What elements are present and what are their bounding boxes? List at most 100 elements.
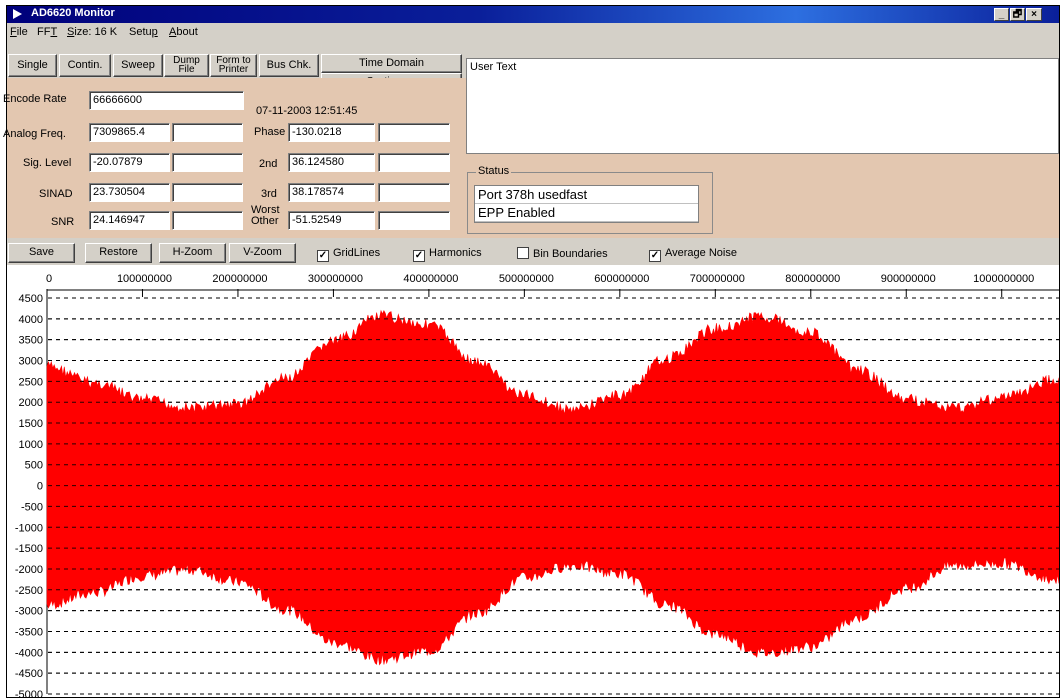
status-line-epp: EPP Enabled xyxy=(475,204,698,222)
phase-label: Phase xyxy=(254,126,286,138)
third-harmonic-label: 3rd xyxy=(261,188,277,200)
menu-size[interactable]: Size: 16 K xyxy=(67,26,117,38)
y-tick-label: -4500 xyxy=(15,668,43,680)
minimize-button[interactable]: _ xyxy=(994,8,1009,21)
save-button[interactable]: Save xyxy=(8,243,75,263)
title-bar[interactable]: AD6620 Monitor _ 🗗 × xyxy=(7,6,1059,23)
analog-freq-field[interactable]: 7309865.4 xyxy=(89,123,170,142)
worst-other-label: Worst Other xyxy=(251,205,280,227)
second-harmonic-field-2[interactable] xyxy=(378,153,450,172)
time-domain-plot[interactable]: 0 100000000 200000000 300000000 400000000 500… xyxy=(7,265,1059,697)
timestamp: 07-11-2003 12:51:45 xyxy=(256,105,358,117)
dump-label-line2: File xyxy=(178,64,195,75)
x-tick-label: 900000000 xyxy=(881,273,936,285)
phase-field[interactable]: -130.0218 xyxy=(288,123,375,142)
close-button[interactable]: × xyxy=(1026,8,1042,21)
third-harmonic-field-2[interactable] xyxy=(378,183,450,202)
x-tick-label: 300000000 xyxy=(308,273,363,285)
bin-boundaries-checkbox[interactable]: Bin Boundaries xyxy=(517,247,608,260)
bin-boundaries-box-icon xyxy=(517,247,529,259)
window-title: AD6620 Monitor xyxy=(31,7,115,19)
x-tick-label: 500000000 xyxy=(499,273,554,285)
gridlines-label: GridLines xyxy=(333,247,381,259)
snr-field-2[interactable] xyxy=(172,211,243,230)
y-tick-label: -5000 xyxy=(15,689,43,697)
sweep-button[interactable]: Sweep xyxy=(113,54,163,77)
y-tick-label: -2000 xyxy=(15,564,43,576)
worst-other-field[interactable]: -51.52549 xyxy=(288,211,375,230)
sig-level-label: Sig. Level xyxy=(23,157,72,169)
gridlines-checkmark-icon: ✓ xyxy=(317,250,329,262)
snr-field[interactable]: 24.146947 xyxy=(89,211,170,230)
contin-button[interactable]: Contin. xyxy=(59,54,111,77)
sinad-field-2[interactable] xyxy=(172,183,243,202)
sig-level-field[interactable]: -20.07879 xyxy=(89,153,170,172)
gridlines-checkbox[interactable]: ✓ GridLines xyxy=(317,247,380,262)
form-to-printer-button[interactable]: Form to Printer xyxy=(210,54,257,77)
y-tick-label: 2000 xyxy=(19,397,43,409)
y-tick-label: -3000 xyxy=(15,606,43,618)
v-zoom-button[interactable]: V-Zoom xyxy=(229,243,296,263)
third-harmonic-field[interactable]: 38.178574 xyxy=(288,183,375,202)
x-tick-label: 1000000000 xyxy=(973,273,1034,285)
average-noise-label: Average Noise xyxy=(665,247,737,259)
x-tick-label: 200000000 xyxy=(212,273,267,285)
y-tick-label: 2500 xyxy=(19,376,43,388)
phase-field-2[interactable] xyxy=(378,123,450,142)
bus-check-button[interactable]: Bus Chk. xyxy=(259,54,319,77)
analog-freq-field-2[interactable] xyxy=(172,123,243,142)
signal-area xyxy=(46,309,1059,666)
user-text-area[interactable]: User Text xyxy=(466,58,1059,154)
y-tick-label: 3500 xyxy=(19,335,43,347)
menu-fft[interactable]: FFT xyxy=(37,26,57,38)
harmonics-checkmark-icon: ✓ xyxy=(413,250,425,262)
y-tick-label: -1500 xyxy=(15,543,43,555)
y-tick-label: -4000 xyxy=(15,647,43,659)
app-window: AD6620 Monitor _ 🗗 × File FFT Size: 16 K… xyxy=(3,5,1060,698)
restore-button[interactable]: Restore xyxy=(85,243,152,263)
sig-level-field-2[interactable] xyxy=(172,153,243,172)
second-harmonic-label: 2nd xyxy=(259,158,278,170)
sinad-label: SINAD xyxy=(39,188,73,200)
analog-freq-label: Analog Freq. xyxy=(3,128,66,140)
y-tick-label: -2500 xyxy=(15,585,43,597)
menu-file[interactable]: File xyxy=(10,26,28,38)
status-group: Status Port 378h usedfast EPP Enabled xyxy=(467,165,713,234)
harmonics-checkbox[interactable]: ✓ Harmonics xyxy=(413,247,482,262)
y-tick-label: 500 xyxy=(25,460,43,472)
x-tick-label: 800000000 xyxy=(785,273,840,285)
y-tick-label: 4000 xyxy=(19,314,43,326)
x-tick-label: 400000000 xyxy=(403,273,458,285)
x-tick-label: 0 xyxy=(46,273,52,285)
y-tick-label: 1500 xyxy=(19,418,43,430)
encode-rate-field[interactable]: 66666600 xyxy=(89,91,244,110)
sinad-field[interactable]: 23.730504 xyxy=(89,183,170,202)
dump-file-button[interactable]: Dump File xyxy=(164,54,209,77)
y-tick-label: 3000 xyxy=(19,356,43,368)
status-box: Port 378h usedfast EPP Enabled xyxy=(474,185,699,223)
average-noise-checkbox[interactable]: ✓ Average Noise xyxy=(649,247,737,262)
form-label-line2: Printer xyxy=(218,64,249,75)
worst-other-field-2[interactable] xyxy=(378,211,450,230)
app-arrow-icon xyxy=(13,9,22,19)
menu-setup[interactable]: Setup xyxy=(129,26,158,38)
second-harmonic-field[interactable]: 36.124580 xyxy=(288,153,375,172)
single-button[interactable]: Single xyxy=(8,54,57,77)
harmonics-label: Harmonics xyxy=(429,247,482,259)
y-tick-label: -3500 xyxy=(15,626,43,638)
worst-label-line2: Other xyxy=(251,215,279,227)
encode-rate-label: Encode Rate xyxy=(3,93,67,105)
x-tick-label: 100000000 xyxy=(117,273,172,285)
time-domain-button[interactable]: Time Domain xyxy=(321,54,462,73)
bin-boundaries-label: Bin Boundaries xyxy=(533,248,608,260)
status-title: Status xyxy=(476,165,512,177)
h-zoom-button[interactable]: H-Zoom xyxy=(159,243,226,263)
menu-about[interactable]: About xyxy=(169,26,198,38)
average-noise-checkmark-icon: ✓ xyxy=(649,250,661,262)
y-tick-label: -500 xyxy=(21,501,43,513)
status-line-port: Port 378h usedfast xyxy=(475,186,698,204)
maximize-button[interactable]: 🗗 xyxy=(1010,8,1025,21)
y-tick-label: 1000 xyxy=(19,439,43,451)
plot-canvas[interactable]: 0 100000000 200000000 300000000 400000000 500… xyxy=(7,265,1059,697)
x-tick-label: 600000000 xyxy=(594,273,649,285)
